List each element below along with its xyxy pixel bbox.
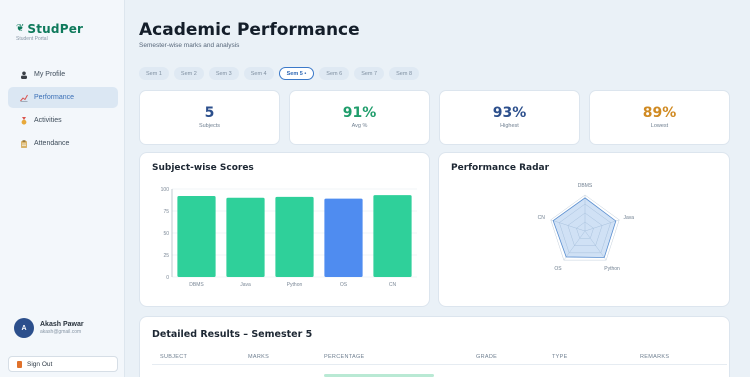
radar-axis-label: OS bbox=[554, 266, 562, 272]
y-tick-label: 50 bbox=[163, 231, 169, 237]
stat-value: 93% bbox=[492, 105, 527, 121]
y-tick-label: 0 bbox=[166, 275, 169, 281]
x-tick-label: Python bbox=[287, 282, 303, 288]
y-tick-label: 75 bbox=[163, 209, 169, 215]
radar-series-area bbox=[552, 197, 617, 258]
column-header: REMARKS bbox=[640, 354, 670, 360]
tab-sem-7[interactable]: Sem 7 bbox=[354, 67, 385, 80]
x-tick-label: Java bbox=[240, 282, 251, 288]
tab-sem-4[interactable]: Sem 4 bbox=[243, 67, 274, 80]
column-header: GRADE bbox=[476, 354, 498, 360]
radar-axis-label: Java bbox=[623, 215, 634, 221]
subject-scores-chart: 0 25 50 75 100 DBMS Java Python OS CN bbox=[161, 187, 417, 288]
page-subtitle: Semester-wise marks and analysis bbox=[139, 42, 240, 49]
sidebar-item-label: My Profile bbox=[34, 71, 66, 78]
stat-value: 89% bbox=[642, 105, 677, 121]
stat-label: Subjects bbox=[198, 123, 221, 129]
bar-java bbox=[226, 197, 265, 277]
person-icon bbox=[20, 71, 28, 79]
bar-os bbox=[324, 198, 363, 277]
y-tick-label: 100 bbox=[161, 187, 170, 193]
sign-out-label: Sign Out bbox=[27, 360, 53, 368]
bar-dbms bbox=[177, 196, 216, 277]
brand-subtitle: Student Portal bbox=[16, 36, 48, 42]
x-tick-label: CN bbox=[389, 282, 397, 288]
door-icon bbox=[17, 360, 22, 368]
sign-out-button[interactable]: Sign Out bbox=[8, 356, 118, 372]
stat-label: Highest bbox=[500, 123, 519, 129]
column-header: SUBJECT bbox=[160, 354, 188, 360]
column-header: PERCENTAGE bbox=[324, 354, 365, 360]
sidebar: ❦ StudPer Student Portal My Profile Perf… bbox=[0, 0, 125, 377]
y-tick-label: 25 bbox=[163, 253, 169, 259]
sidebar-item-attendance[interactable]: Attendance bbox=[8, 133, 118, 154]
subject-scores-panel: Subject-wise Scores 0 25 50 75 100 DBMS Java Py… bbox=[139, 152, 430, 307]
stat-value: 91% bbox=[342, 105, 377, 121]
column-header: MARKS bbox=[248, 354, 270, 360]
tab-sem-5[interactable]: Sem 5 • bbox=[278, 67, 315, 80]
tab-sem-3[interactable]: Sem 3 bbox=[208, 67, 239, 80]
user-email: akash@gmail.com bbox=[40, 329, 82, 335]
brand-name: StudPer bbox=[27, 22, 84, 36]
sidebar-item-performance[interactable]: Performance bbox=[8, 87, 118, 108]
radar-axis-label: CN bbox=[538, 215, 546, 221]
detailed-results-panel: Detailed Results – Semester 5 SUBJECT MA… bbox=[139, 316, 730, 377]
column-header: TYPE bbox=[552, 354, 568, 360]
avatar: A bbox=[14, 318, 34, 338]
main-content: Academic Performance Semester-wise marks… bbox=[125, 0, 750, 377]
stat-card-lowest: 89% Lowest bbox=[589, 90, 730, 145]
stat-card-average: 91% Avg % bbox=[289, 90, 430, 145]
results-table-header: SUBJECT MARKS PERCENTAGE GRADE TYPE REMA… bbox=[152, 353, 727, 365]
performance-radar-panel: Performance Radar DBMS Java Python OS CN bbox=[438, 152, 730, 307]
medal-icon bbox=[20, 116, 28, 125]
radar-axis-label: Python bbox=[604, 266, 620, 272]
performance-radar-chart: DBMS Java Python OS CN bbox=[538, 183, 635, 272]
graduation-cap-icon: ❦ bbox=[16, 23, 25, 34]
brand-logo[interactable]: ❦ StudPer bbox=[16, 22, 83, 36]
chart-line-icon bbox=[20, 94, 28, 102]
stat-label: Avg % bbox=[351, 123, 368, 129]
panel-title: Detailed Results – Semester 5 bbox=[152, 329, 313, 340]
sidebar-item-activities[interactable]: Activities bbox=[8, 110, 118, 131]
user-name: Akash Pawar bbox=[40, 321, 84, 328]
user-profile[interactable]: A Akash Pawar akash@gmail.com bbox=[14, 318, 84, 338]
sidebar-item-label: Activities bbox=[34, 117, 62, 124]
sidebar-item-my-profile[interactable]: My Profile bbox=[8, 64, 118, 85]
bar-python bbox=[275, 196, 314, 277]
tab-sem-8[interactable]: Sem 8 bbox=[389, 67, 420, 80]
sidebar-item-label: Performance bbox=[34, 94, 75, 101]
radar-axis-label: DBMS bbox=[578, 183, 593, 189]
semester-tabs: Sem 1 Sem 2 Sem 3 Sem 4 Sem 5 • Sem 6 Se… bbox=[139, 67, 420, 80]
stat-label: Lowest bbox=[650, 123, 669, 129]
x-tick-label: DBMS bbox=[189, 282, 204, 288]
tab-sem-2[interactable]: Sem 2 bbox=[173, 67, 204, 80]
stat-card-highest: 93% Highest bbox=[439, 90, 580, 145]
stat-card-subjects: 5 Subjects bbox=[139, 90, 280, 145]
stat-value: 5 bbox=[204, 105, 215, 121]
page-title: Academic Performance bbox=[139, 20, 360, 40]
sidebar-nav: My Profile Performance Activities Attend… bbox=[8, 64, 118, 156]
tab-sem-6[interactable]: Sem 6 bbox=[319, 67, 350, 80]
clipboard-icon bbox=[20, 139, 28, 148]
sidebar-item-label: Attendance bbox=[34, 140, 70, 147]
x-tick-label: OS bbox=[340, 282, 348, 288]
bar-cn bbox=[373, 195, 412, 277]
tab-sem-1[interactable]: Sem 1 bbox=[139, 67, 169, 80]
